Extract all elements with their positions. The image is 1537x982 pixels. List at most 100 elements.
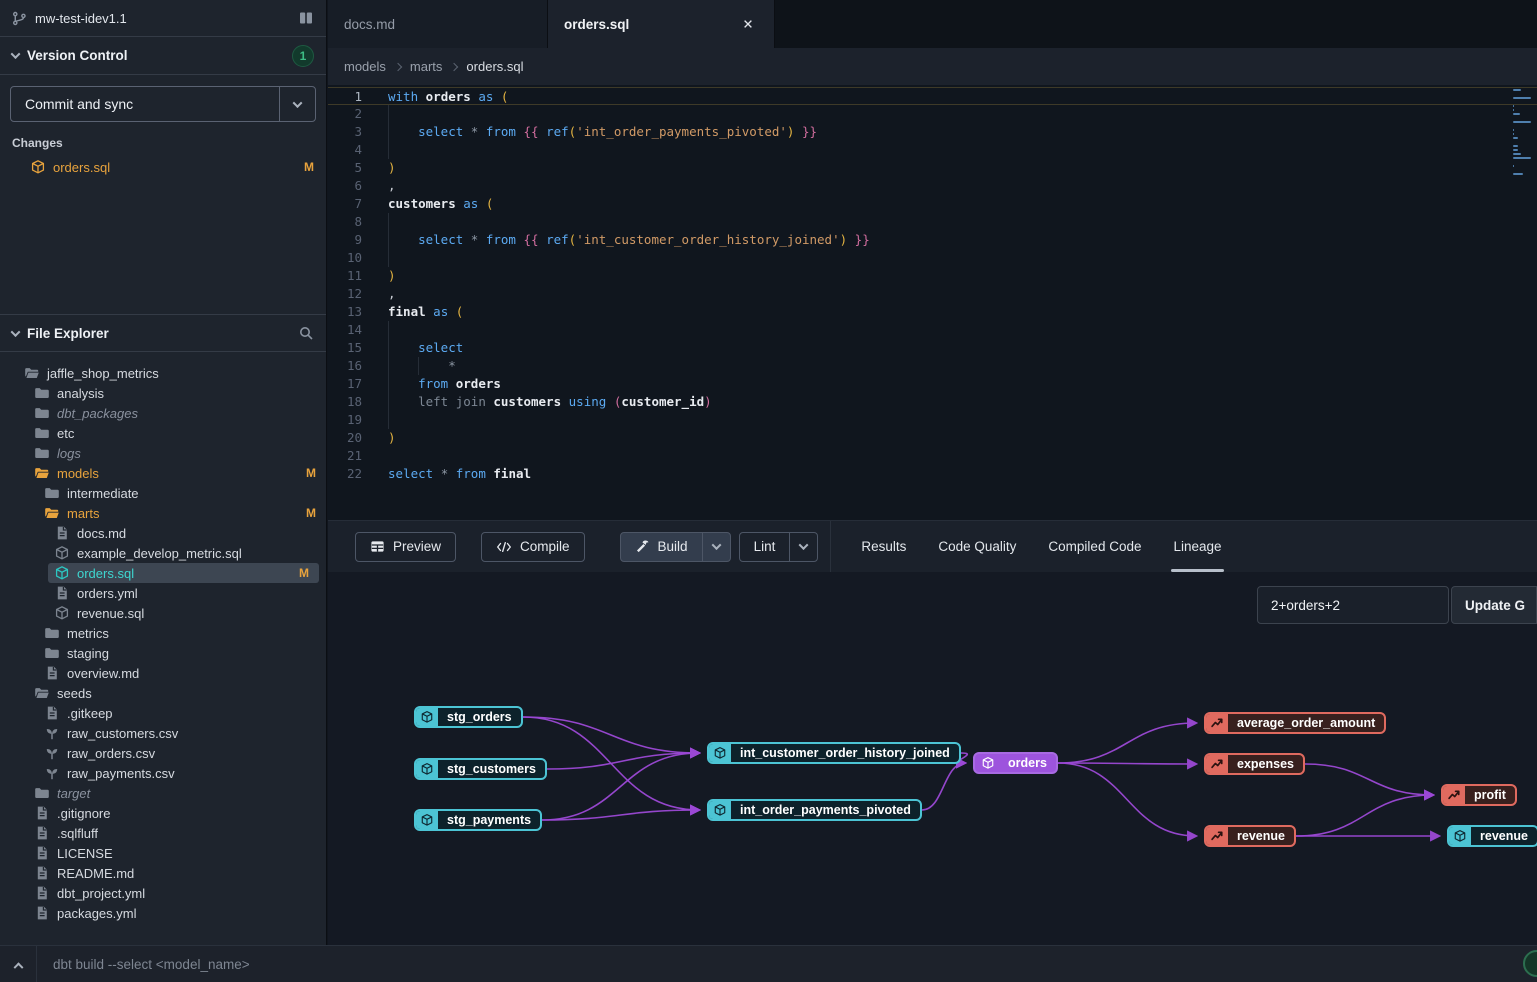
- tab-results[interactable]: Results: [845, 521, 922, 573]
- tree-item-LICENSE[interactable]: LICENSE: [0, 843, 326, 863]
- tree-item-raw_orders.csv[interactable]: raw_orders.csv: [0, 743, 326, 763]
- code-line-5[interactable]: 5): [328, 159, 1537, 177]
- tab-orders-sql[interactable]: orders.sql: [548, 0, 775, 48]
- lineage-node-revenue_model[interactable]: revenue: [1447, 825, 1537, 847]
- line-number: 9: [328, 231, 362, 249]
- lineage-node-stg_customers[interactable]: stg_customers: [414, 758, 547, 780]
- lint-button[interactable]: Lint: [740, 533, 790, 561]
- tree-item-dbt_project.yml[interactable]: dbt_project.yml: [0, 883, 326, 903]
- tree-item-.gitkeep[interactable]: .gitkeep: [0, 703, 326, 723]
- file-explorer-header[interactable]: File Explorer: [0, 314, 326, 352]
- tab-code-quality[interactable]: Code Quality: [922, 521, 1032, 573]
- code-line-11[interactable]: 11): [328, 267, 1537, 285]
- tree-item-raw_customers.csv[interactable]: raw_customers.csv: [0, 723, 326, 743]
- tab-compiled-code[interactable]: Compiled Code: [1032, 521, 1157, 573]
- model-cube-icon: [54, 565, 70, 581]
- breadcrumb-item[interactable]: marts: [410, 59, 443, 74]
- search-icon[interactable]: [298, 325, 314, 341]
- tree-item-intermediate[interactable]: intermediate: [0, 483, 326, 503]
- tree-item-seeds[interactable]: seeds: [0, 683, 326, 703]
- lineage-node-int_order_payments_pivoted[interactable]: int_order_payments_pivoted: [707, 799, 922, 821]
- tree-item-analysis[interactable]: analysis: [0, 383, 326, 403]
- lineage-node-stg_orders[interactable]: stg_orders: [414, 706, 523, 728]
- tree-item-logs[interactable]: logs: [0, 443, 326, 463]
- tree-item-example_develop_metric.sql[interactable]: example_develop_metric.sql: [0, 543, 326, 563]
- tree-item-raw_payments.csv[interactable]: raw_payments.csv: [0, 763, 326, 783]
- code-line-22[interactable]: 22select * from final: [328, 465, 1537, 483]
- code-line-1[interactable]: 1with orders as (: [328, 87, 1537, 105]
- tree-item-orders.sql[interactable]: orders.sql M: [48, 563, 319, 583]
- code-line-14[interactable]: 14: [328, 321, 1537, 339]
- lineage-node-orders[interactable]: orders: [973, 752, 1058, 774]
- lineage-node-revenue_metric[interactable]: revenue: [1204, 825, 1296, 847]
- code-line-8[interactable]: 8: [328, 213, 1537, 231]
- lineage-node-profit[interactable]: profit: [1441, 784, 1517, 806]
- code-line-3[interactable]: 3 select * from {{ ref('int_order_paymen…: [328, 123, 1537, 141]
- changed-file-row[interactable]: orders.sql M: [0, 156, 326, 178]
- code-line-12[interactable]: 12,: [328, 285, 1537, 303]
- tree-item-dbt_packages[interactable]: dbt_packages: [0, 403, 326, 423]
- tree-item-staging[interactable]: staging: [0, 643, 326, 663]
- tree-item-revenue.sql[interactable]: revenue.sql: [0, 603, 326, 623]
- code-line-2[interactable]: 2: [328, 105, 1537, 123]
- code-line-20[interactable]: 20): [328, 429, 1537, 447]
- code-line-21[interactable]: 21: [328, 447, 1537, 465]
- tree-item-metrics[interactable]: metrics: [0, 623, 326, 643]
- expand-command-bar-button[interactable]: [0, 946, 37, 982]
- tree-item-label: models: [57, 466, 99, 481]
- tree-item-label: seeds: [57, 686, 92, 701]
- tree-item-README.md[interactable]: README.md: [0, 863, 326, 883]
- code-line-15[interactable]: 15 select: [328, 339, 1537, 357]
- tree-item-target[interactable]: target: [0, 783, 326, 803]
- tree-item-jaffle_shop_metrics[interactable]: jaffle_shop_metrics: [0, 363, 326, 383]
- tree-item-.sqlfluff[interactable]: .sqlfluff: [0, 823, 326, 843]
- metric-chart-icon: [1206, 755, 1228, 773]
- code-line-19[interactable]: 19: [328, 411, 1537, 429]
- version-control-header[interactable]: Version Control 1: [0, 37, 326, 75]
- lineage-selector-input[interactable]: [1257, 586, 1449, 624]
- build-button[interactable]: Build: [621, 533, 702, 561]
- modified-badge: M: [299, 566, 309, 580]
- dbt-command-input[interactable]: [37, 946, 1537, 982]
- commit-options-button[interactable]: [279, 87, 315, 121]
- minimap[interactable]: [1513, 89, 1535, 175]
- lineage-node-expenses[interactable]: expenses: [1204, 753, 1305, 775]
- code-line-9[interactable]: 9 select * from {{ ref('int_customer_ord…: [328, 231, 1537, 249]
- lineage-node-stg_payments[interactable]: stg_payments: [414, 809, 542, 831]
- tree-item-label: orders.yml: [77, 586, 138, 601]
- tree-item-packages.yml[interactable]: packages.yml: [0, 903, 326, 923]
- tree-item-marts[interactable]: martsM: [0, 503, 326, 523]
- close-tab-icon[interactable]: [738, 14, 758, 34]
- code-editor[interactable]: 1with orders as (23 select * from {{ ref…: [328, 85, 1537, 520]
- panels-icon[interactable]: [298, 10, 314, 26]
- update-graph-button[interactable]: Update G: [1451, 586, 1537, 624]
- tree-item-overview.md[interactable]: overview.md: [0, 663, 326, 683]
- code-line-6[interactable]: 6,: [328, 177, 1537, 195]
- code-line-18[interactable]: 18 left join customers using (customer_i…: [328, 393, 1537, 411]
- code-line-4[interactable]: 4: [328, 141, 1537, 159]
- breadcrumb-item[interactable]: models: [344, 59, 386, 74]
- code-line-17[interactable]: 17 from orders: [328, 375, 1537, 393]
- code-line-16[interactable]: 16 *: [328, 357, 1537, 375]
- line-number: 6: [328, 177, 362, 195]
- tab-lineage[interactable]: Lineage: [1157, 521, 1237, 573]
- lint-options-button[interactable]: [789, 533, 817, 561]
- breadcrumb-item-current: orders.sql: [466, 59, 523, 74]
- commit-and-sync-button[interactable]: Commit and sync: [11, 87, 279, 121]
- build-options-button[interactable]: [702, 533, 730, 561]
- code-line-13[interactable]: 13final as (: [328, 303, 1537, 321]
- tree-item-models[interactable]: modelsM: [0, 463, 326, 483]
- code-line-10[interactable]: 10: [328, 249, 1537, 267]
- lineage-node-int_customer_order_history_joined[interactable]: int_customer_order_history_joined: [707, 742, 961, 764]
- tree-item-.gitignore[interactable]: .gitignore: [0, 803, 326, 823]
- tree-item-etc[interactable]: etc: [0, 423, 326, 443]
- tab-docs-md[interactable]: docs.md: [328, 0, 548, 48]
- preview-button[interactable]: Preview: [355, 532, 456, 562]
- code-line-7[interactable]: 7customers as (: [328, 195, 1537, 213]
- compile-button[interactable]: Compile: [481, 532, 585, 562]
- tree-item-docs.md[interactable]: docs.md: [0, 523, 326, 543]
- tree-item-label: orders.sql: [77, 566, 134, 581]
- tree-item-orders.yml[interactable]: orders.yml: [0, 583, 326, 603]
- lineage-node-average_order_amount[interactable]: average_order_amount: [1204, 712, 1386, 734]
- file-icon: [44, 705, 60, 721]
